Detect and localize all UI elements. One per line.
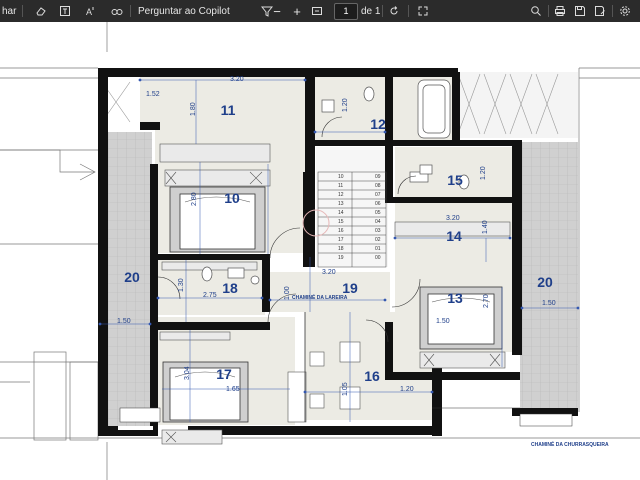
- stair-step-number: 17: [338, 237, 344, 243]
- toolbar-divider: [612, 5, 613, 17]
- print-icon[interactable]: [553, 0, 567, 22]
- pdf-page: 11 12 10 15 14 20 20 18 19 13 17 16 1.80…: [0, 22, 640, 480]
- bbq-chimney-note: CHAMINÉ DA CHURRASQUEIRA: [531, 442, 609, 448]
- stair-step-number: 18: [338, 246, 344, 252]
- dimension-label: 1.05: [342, 382, 349, 396]
- save-as-icon[interactable]: [593, 0, 607, 22]
- fullscreen-icon[interactable]: [416, 0, 430, 22]
- stair-step-number: 05: [375, 210, 381, 216]
- immersive-reader-icon[interactable]: [110, 0, 124, 22]
- fit-page-icon[interactable]: [310, 0, 324, 22]
- dimension-label: 1.50: [117, 318, 131, 325]
- room-label-13: 13: [447, 290, 463, 306]
- dimension-label: 1.00: [284, 286, 291, 300]
- stair-step-number: 01: [375, 246, 381, 252]
- floor-plan-drawing: [0, 22, 640, 480]
- stair-step-number: 16: [338, 228, 344, 234]
- room-label-19: 19: [342, 280, 358, 296]
- read-aloud-icon[interactable]: A: [84, 0, 98, 22]
- dimension-label: 1.50: [436, 318, 450, 325]
- copilot-button[interactable]: Perguntar ao Copilot: [138, 0, 230, 22]
- fireplace-chimney-note: CHAMINÉ DA LAREIRA: [292, 295, 348, 301]
- room-label-10: 10: [224, 190, 240, 206]
- room-label-17: 17: [216, 366, 232, 382]
- dimension-label: 1.20: [400, 386, 414, 393]
- stair-step-number: 08: [375, 183, 381, 189]
- room-label-18: 18: [222, 280, 238, 296]
- stair-step-number: 15: [338, 219, 344, 225]
- dimension-label: 2.70: [483, 294, 490, 308]
- stair-step-number: 04: [375, 219, 381, 225]
- stair-step-number: 14: [338, 210, 344, 216]
- room-label-20-right: 20: [537, 274, 553, 290]
- page-number-input[interactable]: [334, 3, 358, 20]
- stair-step-number: 06: [375, 201, 381, 207]
- dimension-label: 1.40: [482, 220, 489, 234]
- dimension-label: 3.20: [230, 76, 244, 83]
- stair-step-number: 00: [375, 255, 381, 261]
- page-count-label: de 1: [361, 5, 381, 17]
- toolbar-divider: [382, 5, 383, 17]
- dimension-label: 1.20: [342, 98, 349, 112]
- zoom-in-button[interactable]: +: [290, 0, 304, 22]
- zoom-out-button[interactable]: −: [270, 0, 284, 22]
- dimension-label: 3.20: [446, 215, 460, 222]
- dimension-label: 1.65: [226, 386, 240, 393]
- room-label-11: 11: [220, 102, 236, 118]
- dimension-label: 1.50: [542, 300, 556, 307]
- stair-step-number: 13: [338, 201, 344, 207]
- dimension-label: 1.30: [178, 278, 185, 292]
- text-box-icon[interactable]: [58, 0, 72, 22]
- toolbar-divider: [22, 5, 23, 17]
- stair-step-number: 19: [338, 255, 344, 261]
- stair-step-number: 12: [338, 192, 344, 198]
- dimension-label: 3.20: [322, 269, 336, 276]
- toolbar-truncated-label[interactable]: har: [2, 0, 16, 22]
- rotate-icon[interactable]: [387, 0, 401, 22]
- save-icon[interactable]: [573, 0, 587, 22]
- toolbar-divider: [548, 5, 549, 17]
- dimension-label: 2.80: [191, 192, 198, 206]
- dimension-label: 2.75: [203, 292, 217, 299]
- stair-step-number: 02: [375, 237, 381, 243]
- pdf-toolbar: har A Perguntar ao Copilot − + de 1: [0, 0, 640, 22]
- room-label-14: 14: [446, 228, 462, 244]
- dimension-label: 1.80: [190, 102, 197, 116]
- toolbar-divider: [130, 5, 131, 17]
- stair-step-number: 09: [375, 174, 381, 180]
- search-icon[interactable]: [529, 0, 543, 22]
- room-label-15: 15: [447, 172, 463, 188]
- dimension-label: 1.20: [480, 166, 487, 180]
- toolbar-divider: [408, 5, 409, 17]
- dimension-label: 1.52: [146, 91, 160, 98]
- room-label-20-left: 20: [124, 269, 140, 285]
- stair-step-number: 11: [338, 183, 344, 189]
- stair-step-number: 07: [375, 192, 381, 198]
- svg-text:A: A: [86, 7, 92, 17]
- stair-step-number: 03: [375, 228, 381, 234]
- stair-step-number: 10: [338, 174, 344, 180]
- eraser-icon[interactable]: [34, 0, 48, 22]
- dimension-label: 3.04: [184, 366, 191, 380]
- room-label-12: 12: [370, 116, 386, 132]
- room-label-16: 16: [364, 368, 380, 384]
- settings-icon[interactable]: [618, 0, 632, 22]
